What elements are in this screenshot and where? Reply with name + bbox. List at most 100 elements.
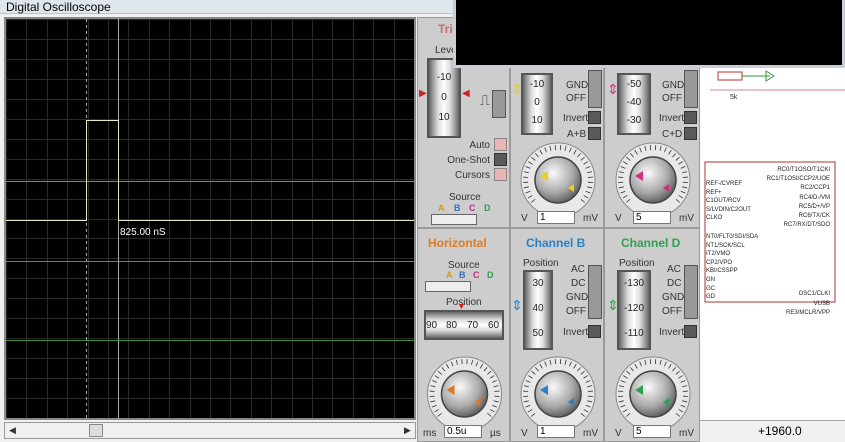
chip-pin-label: NT0/FLT0/SDI/SDA <box>706 233 759 240</box>
position-tick: -40 <box>626 97 642 108</box>
coupling-dc: DC <box>667 278 682 289</box>
horizontal-scrollbar[interactable]: ◀ ▶ <box>4 422 416 439</box>
position-tick: 40 <box>532 303 544 314</box>
channel-b-volts-knob[interactable] <box>511 354 605 434</box>
unit-mv: mV <box>583 428 598 439</box>
chip-pin-label: NT1/SCK/SCL <box>706 242 745 249</box>
chip-pin-label: IT2/VMO <box>706 251 731 258</box>
unit-mv: mV <box>583 213 598 224</box>
chip-pin-label: GC <box>706 285 715 292</box>
scroll-left-icon[interactable]: ◀ <box>5 424 20 437</box>
overlay-window[interactable] <box>453 0 845 68</box>
channel-c-position-drum[interactable]: -50 -40 -30 <box>617 73 651 135</box>
level-tick: 10 <box>438 112 450 123</box>
channel-d-coupling-switch[interactable] <box>684 265 698 319</box>
channel-d-updown-icon[interactable]: ⇕ <box>607 297 619 314</box>
channel-b-position-drum[interactable]: 30 40 50 <box>523 270 553 350</box>
channel-c-combine-button[interactable] <box>684 127 697 140</box>
channel-a-combine-button[interactable] <box>588 127 601 140</box>
unit-us: µs <box>490 428 501 439</box>
channel-a-coupling-switch[interactable] <box>588 70 602 108</box>
scroll-right-icon[interactable]: ▶ <box>400 424 415 437</box>
chip-pin-label: KBI/CSSPP <box>706 268 738 275</box>
knob-body <box>629 370 677 418</box>
source-a: A <box>438 203 445 213</box>
chip-pin-label: CP2/VPO <box>706 259 733 266</box>
horizontal-heading: Horizontal <box>428 236 487 250</box>
channel-c-volts-knob[interactable] <box>605 140 700 220</box>
auto-button[interactable] <box>494 138 507 151</box>
edge-icon: ⎍ <box>480 92 490 108</box>
timebase-field[interactable]: 0.5u <box>444 425 482 438</box>
horizontal-position-drum[interactable]: 90 80 70 60 <box>424 310 504 340</box>
channel-c-volts-field[interactable]: 5 <box>633 211 671 224</box>
level-marker-right-icon: ◀ <box>462 88 470 99</box>
trigger-level-drum[interactable]: -10 0 10 <box>427 58 461 138</box>
level-tick: 0 <box>441 92 447 103</box>
trigger-edge-switch[interactable] <box>492 90 506 118</box>
coupling-off: OFF <box>566 306 586 317</box>
position-tick: -10 <box>529 79 545 90</box>
chip-pin-label: GN <box>706 276 715 283</box>
channel-d-invert-button[interactable] <box>684 325 697 338</box>
unit-v: V <box>615 428 622 439</box>
resistor-label: 5k <box>730 94 738 101</box>
status-bar: +1960.0 <box>700 420 845 442</box>
channel-a-invert-button[interactable] <box>588 111 601 124</box>
auto-label: Auto <box>469 140 490 151</box>
coupling-gnd: GND <box>566 80 589 91</box>
chip-pin-label: S/LVDIN/C2OUT <box>706 206 751 213</box>
position-tick: -50 <box>626 79 642 90</box>
channel-a-position-drum[interactable]: -10 0 10 <box>521 73 553 135</box>
channel-a-volts-field[interactable]: 1 <box>537 211 575 224</box>
channel-b-invert-button[interactable] <box>588 325 601 338</box>
channel-b-volts-field[interactable]: 1 <box>537 425 575 438</box>
status-value: +1960.0 <box>758 424 802 438</box>
channel-b-updown-icon[interactable]: ⇕ <box>511 297 523 314</box>
position-tick: 10 <box>531 115 543 126</box>
channel-d-position-drum[interactable]: -130 -120 -110 <box>617 270 651 350</box>
level-tick: -10 <box>436 72 452 83</box>
unit-v: V <box>521 213 528 224</box>
position-tick: 50 <box>532 328 544 339</box>
position-tick: 80 <box>446 320 458 331</box>
horizontal-section: Horizontal Source A B C D Position 90 80… <box>417 228 510 442</box>
scope-screen[interactable]: 825.00 nS <box>4 17 416 420</box>
channel-a-invert-label: Invert <box>563 113 589 124</box>
chip-pin-label: CLKO <box>706 215 723 222</box>
channel-b-coupling-switch[interactable] <box>588 265 602 319</box>
source-a: A <box>446 270 453 280</box>
unit-v: V <box>615 213 622 224</box>
coupling-off: OFF <box>662 306 682 317</box>
oneshot-label: One-Shot <box>447 155 490 166</box>
channel-a-updown-icon[interactable]: ⇕ <box>511 81 523 98</box>
position-tick: -120 <box>623 303 644 314</box>
cursors-button[interactable] <box>494 168 507 181</box>
channel-d-volts-knob[interactable] <box>605 354 700 434</box>
coupling-gnd: GND <box>662 80 685 91</box>
timebase-knob[interactable] <box>418 354 511 434</box>
level-marker-left-icon: ▶ <box>419 88 427 99</box>
channel-c-invert-label: Invert <box>659 113 685 124</box>
channel-d-position-label: Position <box>619 258 655 269</box>
trigger-source-label: Source <box>449 192 481 203</box>
position-tick: 90 <box>426 320 438 331</box>
channel-b-heading: Channel B <box>526 236 586 250</box>
channel-b-position-label: Position <box>523 258 559 269</box>
unit-ms: ms <box>423 428 437 439</box>
channel-c-updown-icon[interactable]: ⇕ <box>607 81 619 98</box>
channel-c-coupling-switch[interactable] <box>684 70 698 108</box>
position-tick: 70 <box>467 320 479 331</box>
coupling-ac: AC <box>571 264 585 275</box>
oneshot-button[interactable] <box>494 153 507 166</box>
channel-a-combine-label: A+B <box>567 129 587 140</box>
channel-d-volts-field[interactable]: 5 <box>633 425 671 438</box>
trigger-source-slider[interactable] <box>431 214 477 225</box>
chip-pin-label: REF-/CVREF <box>706 181 742 187</box>
channel-a-volts-knob[interactable] <box>511 140 605 220</box>
cursor-readout: 825.00 nS <box>120 227 166 238</box>
channel-c-invert-button[interactable] <box>684 111 697 124</box>
horizontal-source-slider[interactable] <box>425 281 471 292</box>
scroll-thumb[interactable] <box>89 424 103 437</box>
coupling-off: OFF <box>662 93 682 104</box>
